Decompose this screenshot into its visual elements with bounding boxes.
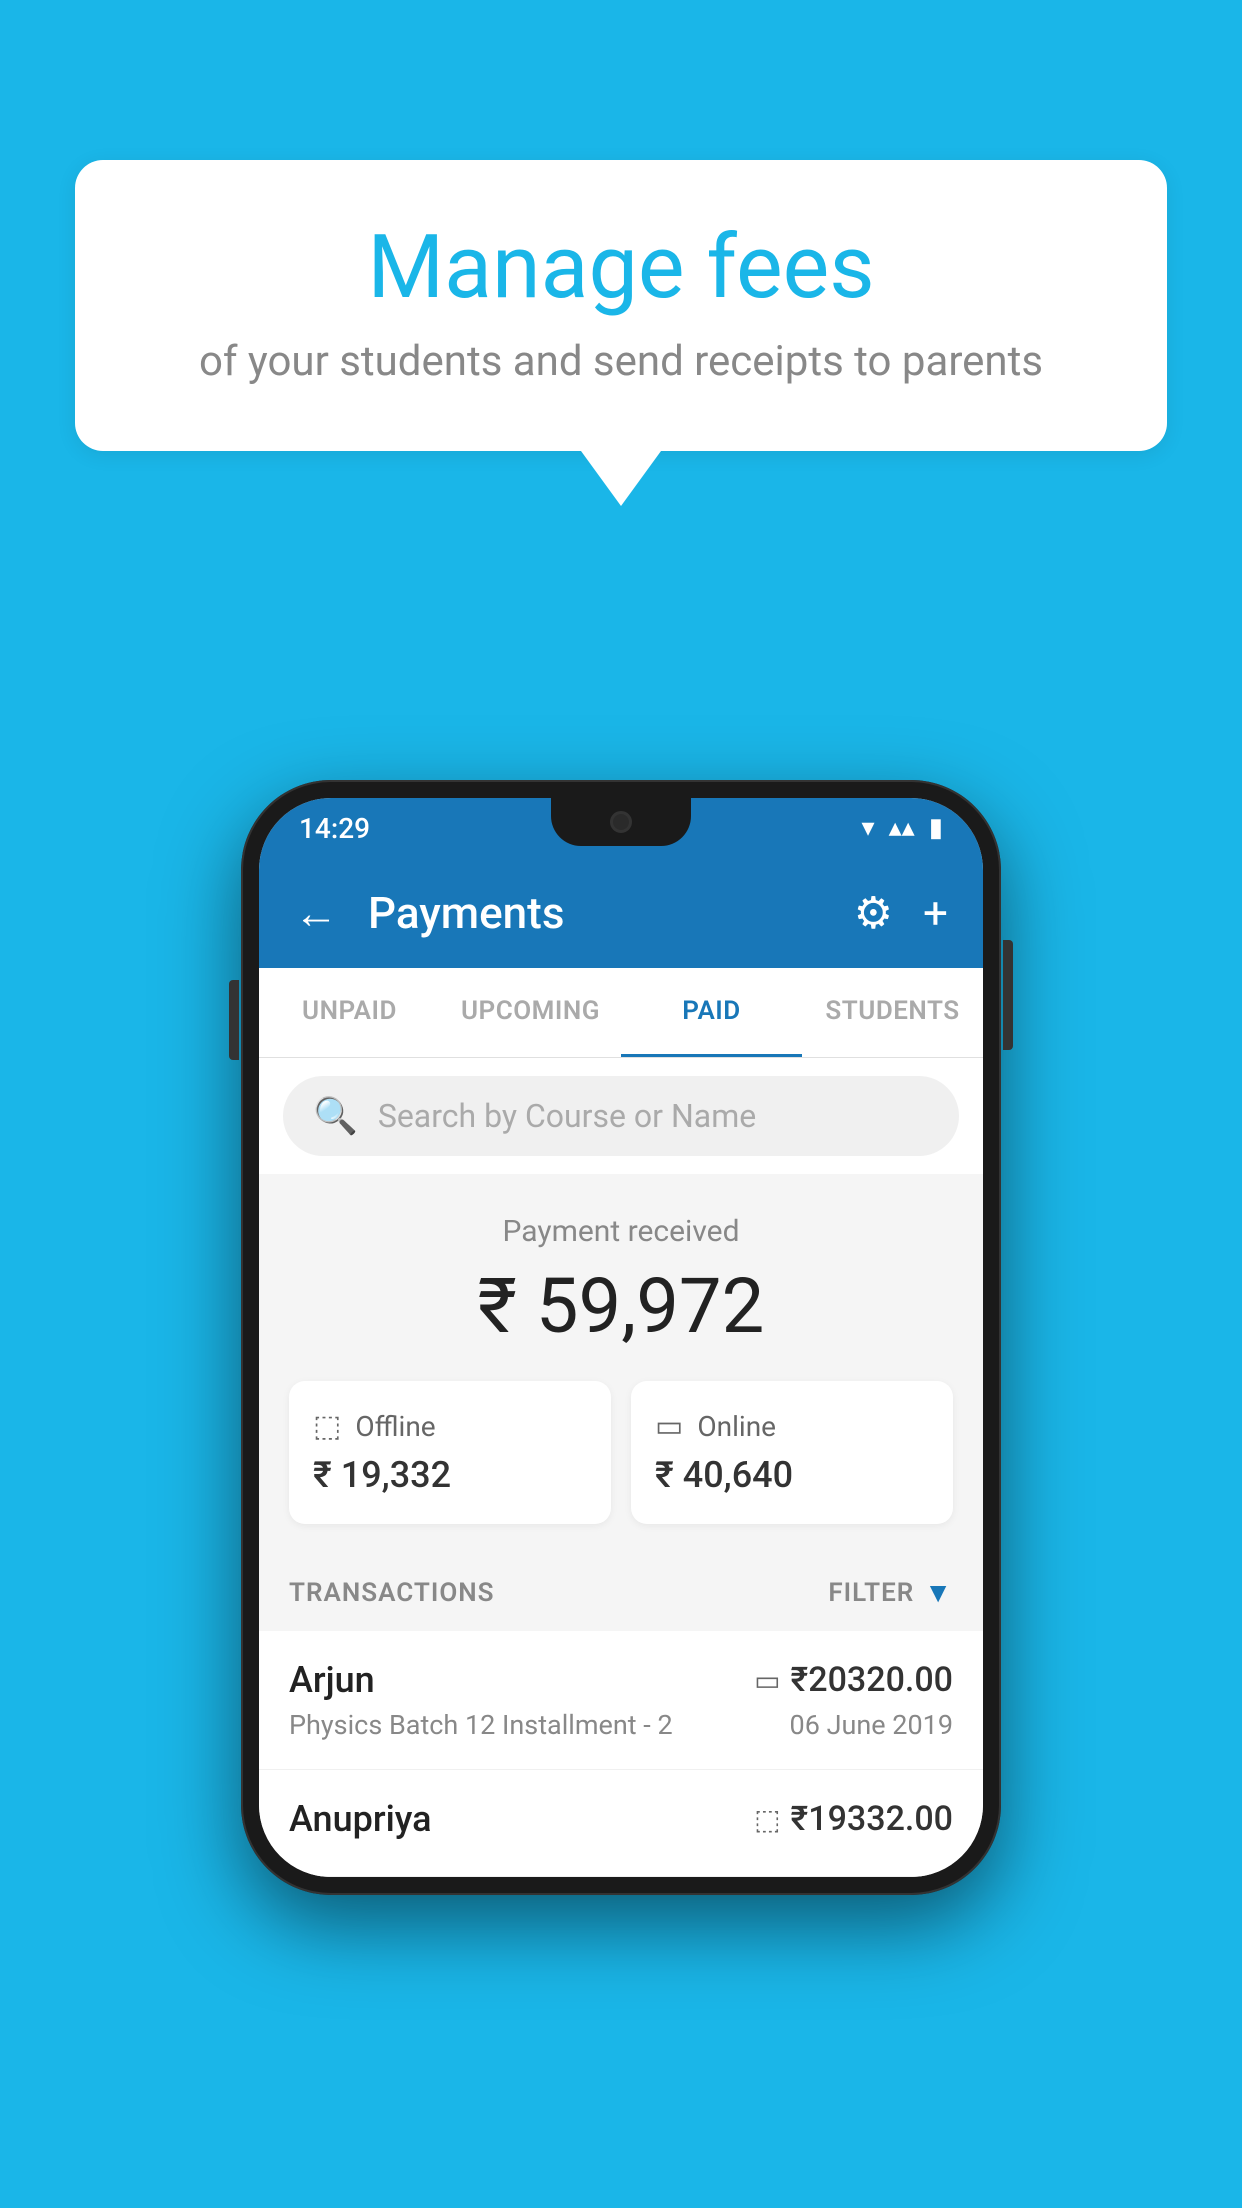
filter-icon: ▼ (924, 1576, 953, 1609)
tabs-bar: UNPAID UPCOMING PAID STUDENTS (259, 968, 983, 1058)
tab-paid[interactable]: PAID (621, 968, 802, 1057)
payment-received-label: Payment received (289, 1214, 953, 1249)
speech-bubble: Manage fees of your students and send re… (75, 160, 1167, 451)
search-input[interactable]: Search by Course or Name (378, 1097, 756, 1135)
online-icon: ▭ (655, 1409, 683, 1444)
online-amount: ₹ 40,640 (655, 1454, 929, 1496)
speech-bubble-subtitle: of your students and send receipts to pa… (155, 337, 1087, 386)
volume-button (229, 980, 239, 1060)
speech-bubble-arrow (581, 451, 661, 506)
back-button[interactable]: ← (294, 887, 338, 939)
transaction-amount-arjun: ▭ ₹20320.00 (754, 1660, 953, 1700)
transaction-row[interactable]: Arjun ▭ ₹20320.00 Physics Batch 12 Insta… (259, 1631, 983, 1770)
filter-label: FILTER (828, 1578, 914, 1608)
transaction-course-arjun: Physics Batch 12 Installment - 2 (289, 1709, 673, 1741)
offline-icon-anupriya: ⬚ (754, 1803, 780, 1836)
app-bar: ← Payments ⚙ + (259, 858, 983, 968)
app-bar-title: Payments (368, 887, 824, 939)
offline-label: Offline (355, 1410, 435, 1443)
search-icon: 🔍 (313, 1095, 358, 1137)
speech-bubble-title: Manage fees (155, 220, 1087, 317)
power-button (1003, 940, 1013, 1050)
tab-unpaid[interactable]: UNPAID (259, 968, 440, 1057)
battery-icon: ▮ (929, 813, 943, 843)
transaction-amount-anupriya: ⬚ ₹19332.00 (754, 1799, 953, 1839)
online-card-header: ▭ Online (655, 1409, 929, 1444)
online-label: Online (697, 1410, 776, 1443)
signal-icon: ▴▴ (889, 813, 915, 843)
phone-screen: 14:29 ▾ ▴▴ ▮ ← Payments ⚙ + UNPAID UPCOM… (259, 798, 983, 1877)
offline-amount: ₹ 19,332 (313, 1454, 587, 1496)
status-time: 14:29 (299, 812, 370, 845)
search-container: 🔍 Search by Course or Name (259, 1058, 983, 1174)
transactions-header: TRANSACTIONS FILTER ▼ (259, 1554, 983, 1631)
notch (551, 798, 691, 846)
speech-bubble-container: Manage fees of your students and send re… (75, 160, 1167, 506)
card-icon-arjun: ▭ (754, 1664, 780, 1697)
transaction-name-arjun: Arjun (289, 1659, 375, 1701)
transaction-amount-value-arjun: ₹20320.00 (791, 1660, 953, 1700)
online-card: ▭ Online ₹ 40,640 (631, 1381, 953, 1524)
search-bar[interactable]: 🔍 Search by Course or Name (283, 1076, 959, 1156)
offline-card: ⬚ Offline ₹ 19,332 (289, 1381, 611, 1524)
transaction-amount-value-anupriya: ₹19332.00 (791, 1799, 953, 1839)
offline-icon: ⬚ (313, 1409, 341, 1444)
settings-button[interactable]: ⚙ (854, 887, 893, 939)
status-bar: 14:29 ▾ ▴▴ ▮ (259, 798, 983, 858)
filter-button[interactable]: FILTER ▼ (828, 1576, 953, 1609)
add-button[interactable]: + (923, 887, 948, 939)
transactions-label: TRANSACTIONS (289, 1578, 495, 1608)
payment-total-amount: ₹ 59,972 (289, 1261, 953, 1351)
transaction-date-arjun: 06 June 2019 (790, 1709, 953, 1741)
payment-cards: ⬚ Offline ₹ 19,332 ▭ Online ₹ 40,640 (289, 1381, 953, 1524)
transaction-top-arjun: Arjun ▭ ₹20320.00 (289, 1659, 953, 1701)
transaction-name-anupriya: Anupriya (289, 1798, 432, 1840)
transaction-top-anupriya: Anupriya ⬚ ₹19332.00 (289, 1798, 953, 1840)
transaction-bottom-arjun: Physics Batch 12 Installment - 2 06 June… (289, 1709, 953, 1741)
payment-summary: Payment received ₹ 59,972 ⬚ Offline ₹ 19… (259, 1174, 983, 1554)
camera (610, 811, 632, 833)
phone-outer: 14:29 ▾ ▴▴ ▮ ← Payments ⚙ + UNPAID UPCOM… (241, 780, 1001, 1895)
phone-mockup: 14:29 ▾ ▴▴ ▮ ← Payments ⚙ + UNPAID UPCOM… (241, 780, 1001, 1895)
wifi-icon: ▾ (862, 813, 875, 843)
offline-card-header: ⬚ Offline (313, 1409, 587, 1444)
tab-upcoming[interactable]: UPCOMING (440, 968, 621, 1057)
tab-students[interactable]: STUDENTS (802, 968, 983, 1057)
transaction-row-anupriya[interactable]: Anupriya ⬚ ₹19332.00 (259, 1770, 983, 1877)
status-icons: ▾ ▴▴ ▮ (862, 813, 943, 843)
